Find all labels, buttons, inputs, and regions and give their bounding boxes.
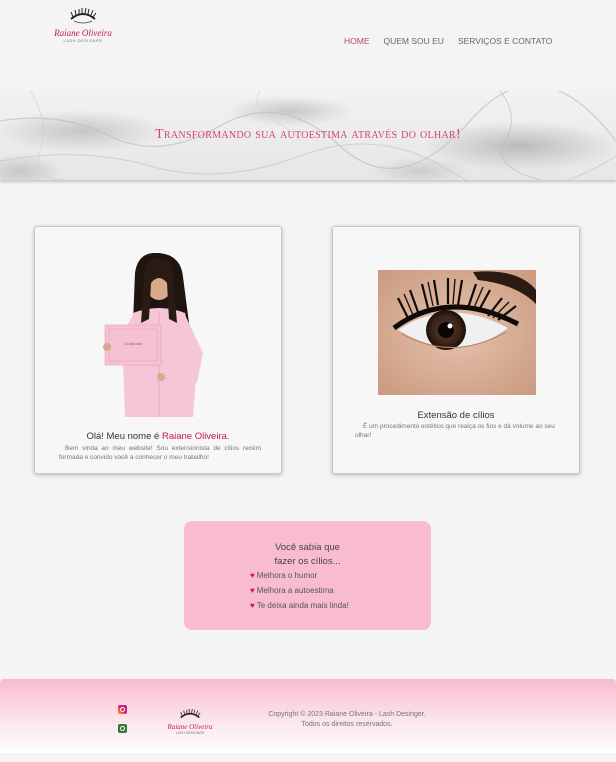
footer-logo[interactable]: Raiane Oliveira LASH DESIGNER xyxy=(163,709,217,743)
copyright-line2: Todos os direitos reservados. xyxy=(301,721,393,729)
site-footer: Raiane Oliveira LASH DESIGNER Copyright … xyxy=(0,679,616,753)
did-you-know-title: Você sabia que fazer os cílios... xyxy=(184,541,431,569)
eyelash-logo-icon xyxy=(180,709,201,719)
footer-brand-subtitle: LASH DESIGNER xyxy=(175,731,205,735)
eyelash-extension-image xyxy=(378,270,536,395)
list-item: ♥ Melhora a autoestima xyxy=(250,583,349,598)
logo-brand-name: Raiane Oliveira xyxy=(54,28,112,38)
whatsapp-icon[interactable] xyxy=(118,724,127,733)
intro-name: Raiane Oliveira. xyxy=(161,431,230,442)
hero-banner: Transformando sua autoestima através do … xyxy=(0,91,616,180)
benefit-label: Te deixa ainda mais linda! xyxy=(256,601,349,610)
nav-quem-sou-eu[interactable]: QUEM SOU EU xyxy=(384,36,444,46)
nav-home[interactable]: HOME xyxy=(344,36,370,46)
service-title: Extensão de cílios xyxy=(417,410,495,421)
service-card: Extensão de cílios É um procedimento est… xyxy=(332,226,580,474)
benefits-list: ♥ Melhora o humor ♥ Melhora a autoestima ♥… xyxy=(250,568,349,613)
logo-subtitle: LASH DESIGNER xyxy=(63,38,103,43)
service-text: É um procedimento estético que realça os… xyxy=(355,423,555,440)
intro-text: Bem vinda ao meu website! Sou extensioni… xyxy=(59,445,261,462)
did-you-know-title-line2: fazer os cílios... xyxy=(274,555,341,567)
certificate-label: Certificado xyxy=(124,341,142,346)
main-nav: HOME QUEM SOU EU SERVIÇOS E CONTATO xyxy=(344,36,552,46)
benefit-label: Melhora o humor xyxy=(256,571,318,580)
banner-tagline: Transformando sua autoestima através do … xyxy=(155,127,461,142)
list-item: ♥ Melhora o humor xyxy=(250,568,349,583)
intro-heading: Olá! Meu nome é Raiane Oliveira. xyxy=(35,431,281,442)
portrait-image: Certificado xyxy=(103,253,203,417)
heart-icon: ♥ xyxy=(250,601,255,610)
eyelash-logo-icon xyxy=(70,8,97,24)
nav-servicos-contato[interactable]: SERVIÇOS E CONTATO xyxy=(458,36,552,46)
brand-logo[interactable]: Raiane Oliveira LASH DESIGNER xyxy=(52,8,114,50)
heart-icon: ♥ xyxy=(250,586,255,595)
instagram-icon[interactable] xyxy=(118,705,127,714)
list-item: ♥ Te deixa ainda mais linda! xyxy=(250,598,349,613)
did-you-know-box: Você sabia que fazer os cílios... ♥ Melho… xyxy=(184,521,431,630)
site-header: Raiane Oliveira LASH DESIGNER HOME QUEM … xyxy=(0,0,616,90)
did-you-know-title-line1: Você sabia que xyxy=(275,542,340,553)
benefit-label: Melhora a autoestima xyxy=(256,586,334,595)
copyright: Copyright © 2023 Raiane Oliveira - Lash … xyxy=(250,710,444,730)
intro-card: Certificado Olá! Meu nome é Raiane Olive… xyxy=(34,226,282,474)
footer-brand-name: Raiane Oliveira xyxy=(167,723,213,731)
intro-greeting: Olá! Meu nome é xyxy=(86,431,162,442)
copyright-line1: Copyright © 2023 Raiane Oliveira - Lash … xyxy=(268,711,426,718)
heart-icon: ♥ xyxy=(250,571,255,580)
